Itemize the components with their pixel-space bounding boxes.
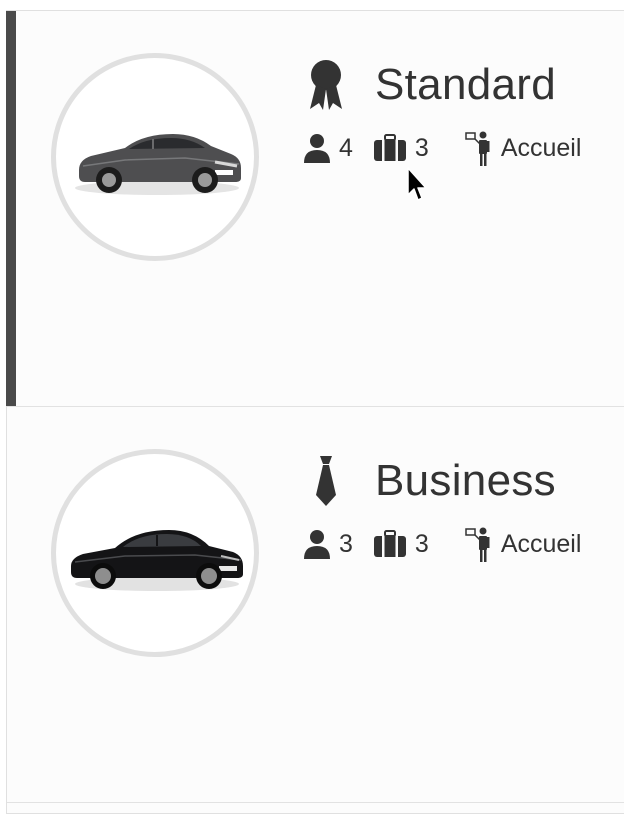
vehicle-card-standard[interactable]: Standard 4 3 Accueil <box>6 11 624 407</box>
meet-and-greet-service: Accueil <box>465 130 582 166</box>
meet-and-greet-service: Accueil <box>465 526 582 562</box>
vehicle-class-name: Standard <box>375 60 556 109</box>
suitcase-icon <box>373 530 407 558</box>
vehicle-features: 4 3 Accueil <box>303 130 582 166</box>
suitcase-icon <box>373 134 407 162</box>
luggage-count: 3 <box>414 529 429 558</box>
passenger-count: 3 <box>339 529 353 558</box>
vehicle-title-row: Business <box>303 453 556 509</box>
award-ribbon-icon <box>303 59 349 111</box>
vehicle-class-name: Business <box>375 456 556 505</box>
greeter-with-sign-icon <box>465 130 493 166</box>
black-executive-sedan-image <box>71 530 243 591</box>
vehicle-image-circle <box>51 449 259 657</box>
luggage-count: 3 <box>414 133 429 162</box>
service-label: Accueil <box>500 133 582 162</box>
person-icon <box>303 133 331 163</box>
luggage-capacity: 3 <box>373 134 429 163</box>
service-label: Accueil <box>500 529 582 558</box>
vehicle-image-circle <box>51 53 259 261</box>
passenger-capacity: 3 <box>303 529 353 559</box>
vehicle-list: Standard 4 3 Accueil Business 3 3 Accuei… <box>6 10 624 814</box>
passenger-capacity: 4 <box>303 133 353 163</box>
vehicle-features: 3 3 Accueil <box>303 526 582 562</box>
necktie-icon <box>303 455 349 507</box>
passenger-count: 4 <box>339 133 353 162</box>
grey-hybrid-sedan-image <box>75 134 241 195</box>
greeter-with-sign-icon <box>465 526 493 562</box>
vehicle-card-business[interactable]: Business 3 3 Accueil <box>7 407 624 803</box>
luggage-capacity: 3 <box>373 530 429 559</box>
person-icon <box>303 529 331 559</box>
vehicle-title-row: Standard <box>303 57 556 113</box>
